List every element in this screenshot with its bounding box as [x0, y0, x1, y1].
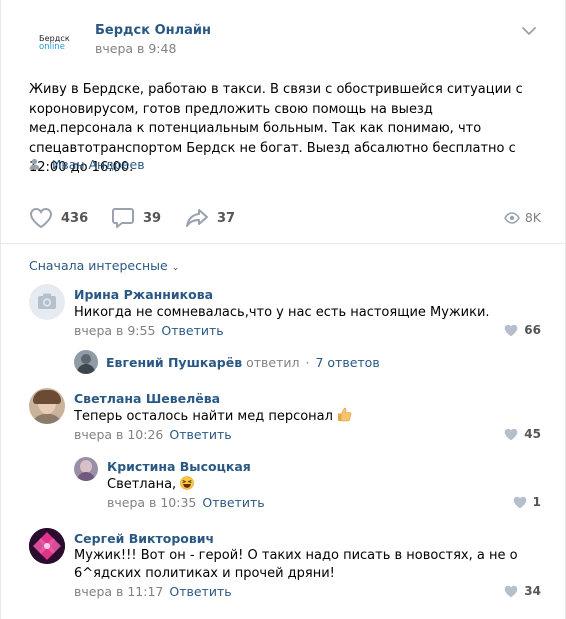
thread-author[interactable]: Евгений Пушкарёв	[106, 355, 242, 370]
thread-verb: ответил	[246, 354, 300, 370]
comment: Ирина Ржанникова Никогда не сомневалась,…	[29, 284, 541, 344]
comment-meta: вчера в 10:26 Ответить	[74, 427, 232, 442]
reply-button[interactable]: Ответить	[202, 495, 264, 510]
comment-author[interactable]: Светлана Шевелёва	[74, 391, 220, 406]
comment-author[interactable]: Сергей Викторович	[74, 531, 214, 546]
like-count: 436	[61, 210, 89, 226]
comment-text-row: Светлана,	[107, 476, 527, 494]
comment-time[interactable]: вчера в 9:55	[74, 323, 155, 338]
comment-meta: вчера в 10:35 Ответить	[107, 495, 265, 510]
post-time-link[interactable]: вчера в 9:48	[95, 41, 176, 56]
comment-meta: вчера в 11:17 Ответить	[74, 584, 232, 599]
logo-text-line2: online	[39, 42, 65, 52]
post-card: Бердск online Бердск Онлайн вчера в 9:48…	[0, 0, 566, 619]
comment-meta: вчера в 9:55 Ответить	[74, 323, 224, 338]
comment-like-button[interactable]: 34	[504, 584, 541, 598]
abstract-avatar-icon	[29, 528, 65, 564]
comment-text: Светлана,	[107, 477, 177, 492]
sort-label: Сначала интересные	[29, 258, 168, 273]
chevron-down-icon[interactable]	[521, 25, 537, 37]
comment-reply: Кристина Высоцкая Светлана, вчера в 10:3…	[74, 457, 541, 513]
avatar[interactable]	[74, 350, 98, 374]
divider	[1, 243, 566, 244]
heart-icon	[504, 585, 518, 597]
comment-like-count: 34	[524, 584, 541, 598]
reply-button[interactable]: Ответить	[169, 427, 231, 442]
comment-text: Никогда не сомневалась,что у нас есть на…	[74, 305, 490, 320]
heart-icon	[513, 496, 526, 508]
share-button[interactable]: 37	[185, 206, 235, 230]
comment: Светлана Шевелёва Теперь осталось найти …	[29, 388, 541, 448]
comment-like-count: 1	[532, 495, 541, 509]
comment-icon	[112, 208, 134, 228]
comment-like-button[interactable]: 45	[504, 427, 541, 441]
comment-like-count: 45	[524, 427, 541, 441]
post-actions: 436 39 37 8K	[29, 206, 541, 232]
laughing-emoji-icon	[180, 476, 195, 490]
comment-like-button[interactable]: 66	[504, 323, 541, 337]
show-replies-link[interactable]: 7 ответов	[315, 355, 379, 370]
heart-icon	[504, 428, 518, 440]
avatar[interactable]	[29, 388, 65, 424]
chevron-down-icon: ⌄	[171, 263, 180, 273]
views-counter: 8K	[503, 210, 541, 225]
post-author-link[interactable]: Бердск Онлайн	[95, 23, 211, 38]
avatar[interactable]	[74, 457, 98, 481]
comments-sort-dropdown[interactable]: Сначала интересные ⌄	[29, 258, 179, 273]
thumbs-up-emoji-icon	[338, 407, 352, 422]
comment-text-row: Теперь осталось найти мед персонал	[74, 407, 534, 426]
reply-button[interactable]: Ответить	[161, 323, 223, 338]
post-signer[interactable]: Иван Андреев	[29, 157, 145, 175]
comment-time[interactable]: вчера в 10:35	[107, 495, 196, 510]
comment-like-button[interactable]: 1	[513, 495, 541, 509]
comment-like-count: 66	[524, 323, 541, 337]
comment-author[interactable]: Ирина Ржанникова	[74, 287, 213, 302]
comment-time[interactable]: вчера в 10:26	[74, 427, 163, 442]
thread-separator: ·	[305, 354, 310, 370]
comment-text: Теперь осталось найти мед персонал	[74, 409, 333, 424]
views-count: 8K	[524, 210, 541, 225]
share-icon	[186, 209, 208, 227]
comment-text: Мужик!!! Вот он - герой! О таких надо пи…	[74, 548, 518, 581]
comment-button[interactable]: 39	[111, 206, 161, 230]
heart-icon	[29, 207, 53, 229]
eye-icon	[503, 211, 520, 224]
comment-time[interactable]: вчера в 11:17	[74, 584, 163, 599]
avatar[interactable]	[29, 528, 65, 564]
camera-icon	[38, 293, 56, 309]
comment: Сергей Викторович Мужик!!! Вот он - геро…	[29, 528, 541, 604]
reply-button[interactable]: Ответить	[169, 584, 231, 599]
user-icon	[29, 158, 40, 170]
heart-icon	[504, 324, 518, 336]
community-avatar[interactable]: Бердск online	[29, 22, 71, 62]
signer-name: Иван Андреев	[51, 157, 145, 172]
share-count: 37	[217, 210, 236, 226]
replies-thread[interactable]: Евгений Пушкарёв ответил · 7 ответов	[74, 350, 380, 374]
comment-author[interactable]: Кристина Высоцкая	[107, 459, 251, 474]
post-header: Бердск online Бердск Онлайн вчера в 9:48	[29, 22, 549, 62]
comment-count: 39	[143, 210, 162, 226]
avatar[interactable]	[29, 284, 65, 320]
like-button[interactable]: 436	[29, 206, 88, 230]
